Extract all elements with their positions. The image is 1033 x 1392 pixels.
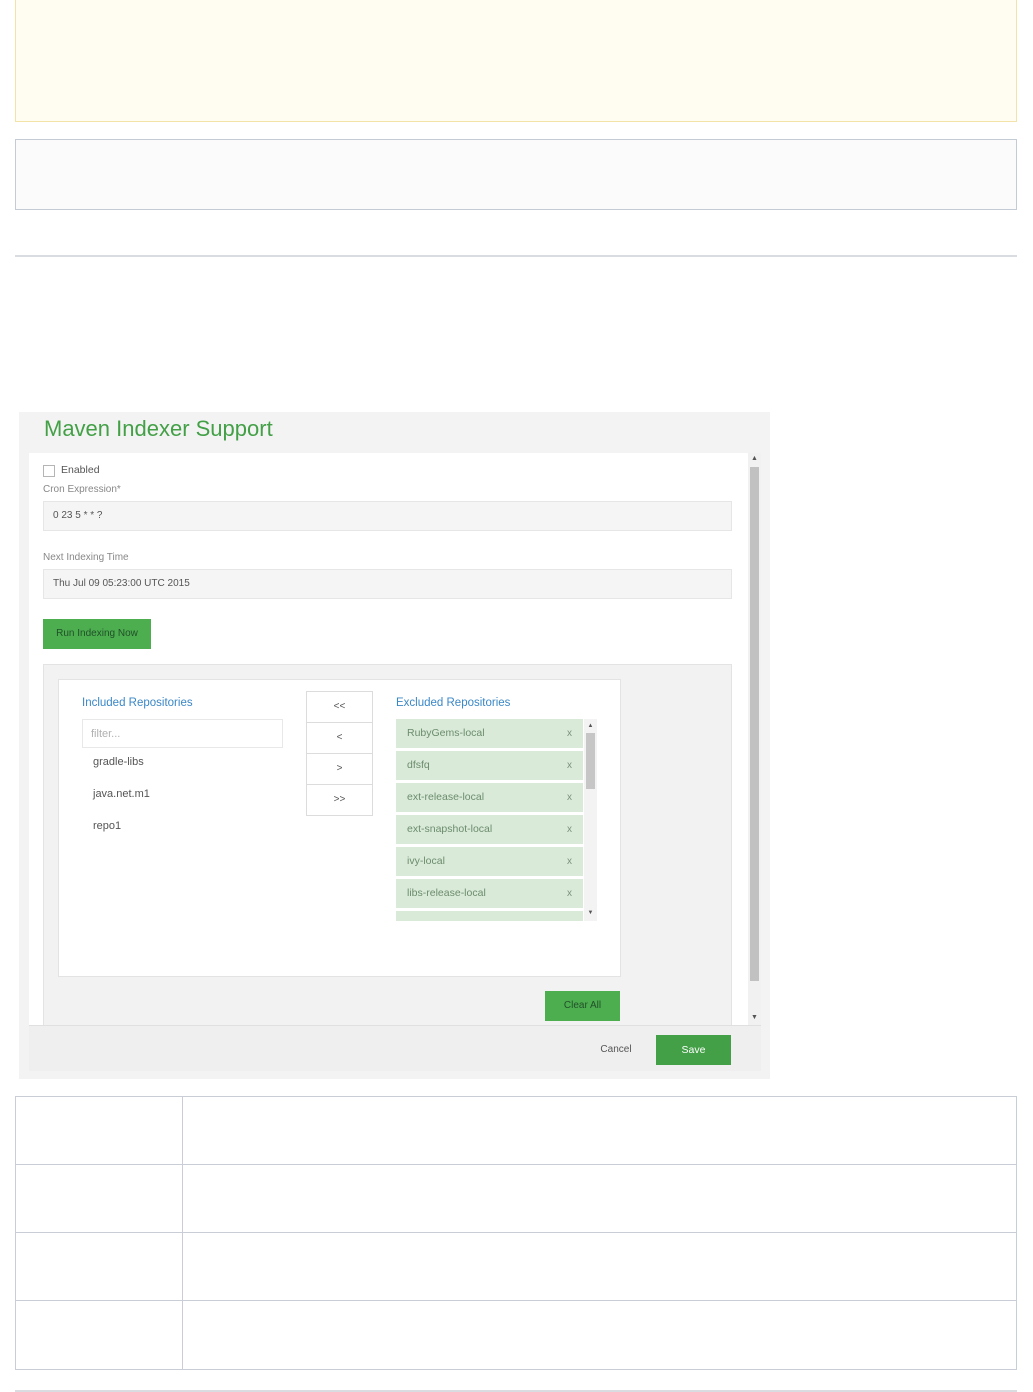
excluded-item[interactable]: ext-snapshot-local x bbox=[396, 815, 583, 844]
include-selected-button[interactable]: > bbox=[306, 753, 373, 785]
remove-icon[interactable]: x bbox=[567, 847, 572, 876]
cancel-button[interactable]: Cancel bbox=[590, 1036, 642, 1064]
enabled-checkbox[interactable] bbox=[43, 465, 55, 477]
enabled-label: Enabled bbox=[61, 464, 100, 476]
save-button[interactable]: Save bbox=[656, 1035, 731, 1065]
remove-icon[interactable]: x bbox=[567, 815, 572, 844]
remove-icon[interactable]: x bbox=[567, 879, 572, 908]
dialog-scrollbar-thumb[interactable] bbox=[750, 467, 759, 981]
excluded-item-label: ext-release-local bbox=[407, 791, 485, 803]
excluded-item-label: RubyGems-local bbox=[407, 727, 485, 739]
run-indexing-now-button[interactable]: Run Indexing Now bbox=[43, 619, 151, 649]
excluded-item-label: ivy-local bbox=[407, 855, 445, 867]
exclude-selected-button[interactable]: < bbox=[306, 722, 373, 754]
scroll-down-arrow-icon[interactable]: ▼ bbox=[748, 1012, 761, 1024]
repository-filter-input[interactable] bbox=[82, 719, 283, 748]
remove-icon[interactable]: x bbox=[567, 783, 572, 812]
excluded-item-label: libs-release-local bbox=[407, 887, 486, 899]
excluded-item[interactable]: RubyGems-local x bbox=[396, 719, 583, 748]
excluded-item-label: dfsfq bbox=[407, 759, 430, 771]
next-indexing-time-label: Next Indexing Time bbox=[43, 552, 129, 563]
excluded-item-label: ext-snapshot-local bbox=[407, 823, 493, 835]
included-item[interactable]: java.net.m1 bbox=[93, 788, 150, 800]
table-row-divider bbox=[15, 1300, 1017, 1301]
excluded-item[interactable]: libs-release-local x bbox=[396, 879, 583, 908]
excluded-scroll-down-icon[interactable]: ▼ bbox=[584, 907, 597, 919]
divider bbox=[15, 255, 1017, 257]
excluded-scroll-up-icon[interactable]: ▲ bbox=[584, 720, 597, 732]
excluded-item[interactable]: ext-release-local x bbox=[396, 783, 583, 812]
info-box bbox=[15, 139, 1017, 210]
dialog-footer bbox=[29, 1025, 761, 1071]
excluded-item[interactable]: dfsfq x bbox=[396, 751, 583, 780]
cron-expression-field[interactable]: 0 23 5 * * ? bbox=[43, 501, 732, 531]
cron-expression-label: Cron Expression* bbox=[43, 484, 121, 495]
excluded-list-scrollbar-thumb[interactable] bbox=[586, 733, 595, 789]
exclude-all-button[interactable]: << bbox=[306, 691, 373, 723]
clear-all-button[interactable]: Clear All bbox=[545, 991, 620, 1021]
table-row-divider bbox=[15, 1232, 1017, 1233]
table-row-divider bbox=[15, 1164, 1017, 1165]
excluded-item-partial[interactable] bbox=[396, 911, 583, 921]
next-indexing-time-field: Thu Jul 09 05:23:00 UTC 2015 bbox=[43, 569, 732, 599]
dialog-title: Maven Indexer Support bbox=[44, 416, 273, 441]
excluded-item[interactable]: ivy-local x bbox=[396, 847, 583, 876]
table-column-divider bbox=[182, 1096, 183, 1370]
properties-table bbox=[15, 1096, 1017, 1370]
remove-icon[interactable]: x bbox=[567, 751, 572, 780]
included-item[interactable]: gradle-libs bbox=[93, 756, 144, 768]
included-item[interactable]: repo1 bbox=[93, 820, 121, 832]
include-all-button[interactable]: >> bbox=[306, 784, 373, 816]
excluded-repositories-title: Excluded Repositories bbox=[396, 697, 511, 709]
scroll-up-arrow-icon[interactable]: ▲ bbox=[748, 453, 761, 465]
warning-box bbox=[15, 0, 1017, 122]
remove-icon[interactable]: x bbox=[567, 719, 572, 748]
included-repositories-title: Included Repositories bbox=[82, 697, 193, 709]
